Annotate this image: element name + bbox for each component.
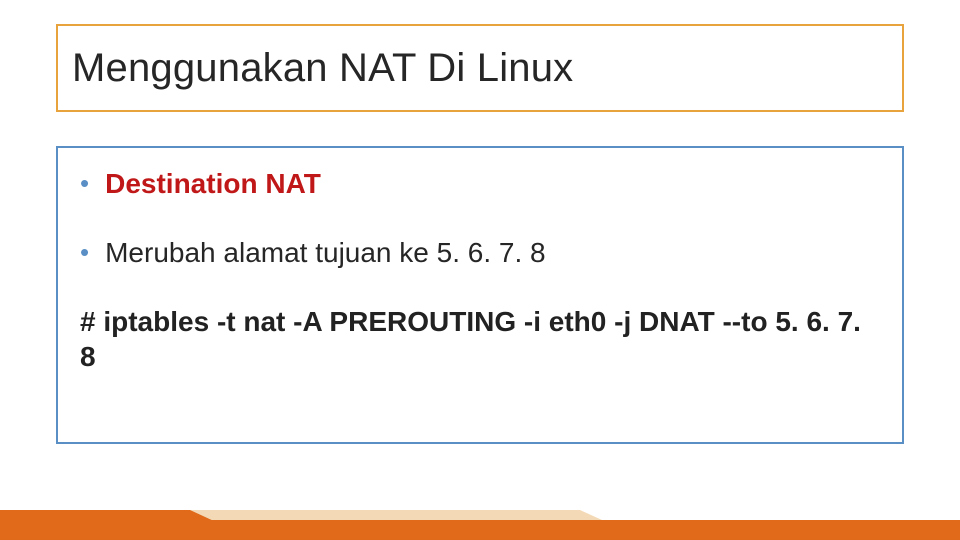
command-text: # iptables -t nat -A PREROUTING -i eth0 … — [80, 304, 880, 374]
slide: Menggunakan NAT Di Linux • Destination N… — [0, 0, 960, 540]
content-box: • Destination NAT • Merubah alamat tujua… — [56, 146, 904, 444]
bullet-text: Merubah alamat tujuan ke 5. 6. 7. 8 — [105, 235, 546, 270]
footer-decoration — [0, 516, 960, 540]
slide-title: Menggunakan NAT Di Linux — [72, 46, 573, 91]
bullet-text: Destination NAT — [105, 166, 321, 201]
bullet-item: • Destination NAT — [80, 166, 880, 201]
bullet-item: • Merubah alamat tujuan ke 5. 6. 7. 8 — [80, 235, 880, 270]
footer-orange-stripe — [0, 520, 960, 540]
bullet-dot-icon: • — [80, 170, 89, 196]
title-box: Menggunakan NAT Di Linux — [56, 24, 904, 112]
bullet-dot-icon: • — [80, 239, 89, 265]
